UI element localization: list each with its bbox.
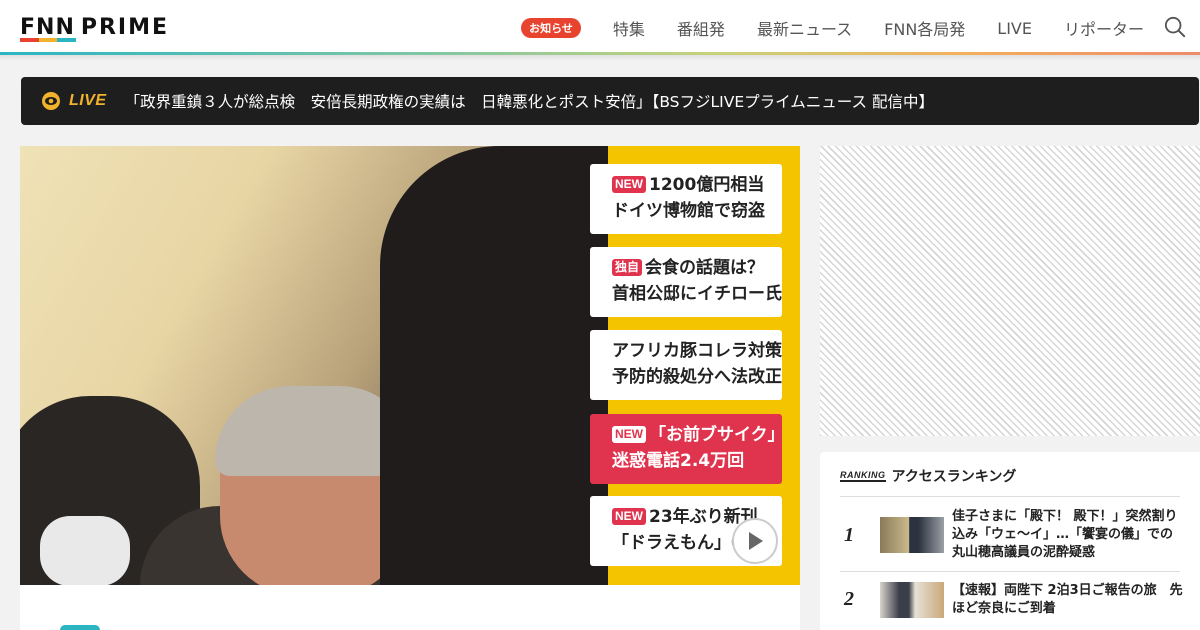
headline-line2: 首相公邸にイチロー氏	[612, 284, 782, 304]
site-header: FNN PRIME お知らせ 特集 番組発 最新ニュース FNN各局発 LIVE…	[0, 0, 1200, 54]
headline-card[interactable]: 独自 会食の話題は？ 首相公邸にイチロー氏	[590, 247, 782, 317]
ranking-item-text: 【速報】両陛下 2泊3日ご報告の旅 先ほど奈良にご到着	[952, 583, 1183, 616]
advertisement-placeholder	[820, 146, 1200, 436]
play-icon	[749, 532, 763, 550]
headline-tag: NEW	[612, 426, 646, 443]
ranking-title: アクセスランキング	[891, 469, 1017, 485]
search-icon[interactable]	[1164, 16, 1186, 38]
live-headline[interactable]: 「政界重鎮３人が総点検 安倍長期政権の実績は 日韓悪化とポスト安倍」【BSフジL…	[125, 90, 934, 112]
logo-fnn: FNN	[20, 14, 75, 40]
headline-line2: 予防的殺処分へ法改正	[612, 367, 782, 387]
category-tag	[60, 625, 100, 630]
nav-item-programs[interactable]: 番組発	[677, 16, 725, 40]
ranking-thumbnail	[880, 517, 944, 553]
headline-card[interactable]: NEW 「お前ブサイク」 迷惑電話2.4万回	[590, 414, 782, 484]
live-label: LIVE	[69, 92, 107, 109]
ranking-divider	[840, 496, 1180, 497]
headline-line1: 1200億円相当	[649, 175, 765, 195]
nav-item-reporters[interactable]: リポーター	[1064, 16, 1144, 40]
nav-item-features[interactable]: 特集	[613, 16, 645, 40]
headline-line1: 会食の話題は？	[645, 258, 765, 278]
headline-line2: 迷惑電話2.4万回	[612, 451, 745, 471]
main-nav: お知らせ 特集 番組発 最新ニュース FNN各局発 LIVE リポーター	[521, 14, 1144, 42]
headline-tag: NEW	[612, 176, 646, 193]
hero-video[interactable]: NEW 1200億円相当 ドイツ博物館で窃盗 独自 会食の話題は？ 首相公邸にイチロ…	[20, 146, 800, 585]
headline-tag: 独自	[612, 259, 643, 276]
live-ticker[interactable]: LIVE 「政界重鎮３人が総点検 安倍長期政権の実績は 日韓悪化とポスト安倍」【…	[21, 77, 1199, 125]
ranking-item-text: 佳子さまに「殿下！ 殿下！」突然割り込み「ウェ～イ」…「饗宴の儀」での丸山穂高議…	[952, 509, 1178, 560]
headline-line2: ドイツ博物館で窃盗	[612, 201, 765, 221]
ranking-item[interactable]: 2 【速報】両陛下 2泊3日ご報告の旅 先ほど奈良にご到着	[840, 572, 1183, 630]
headline-line1: 「お前ブサイク」	[649, 425, 782, 445]
headline-card[interactable]: アフリカ豚コレラ対策 予防的殺処分へ法改正	[590, 330, 782, 400]
eye-icon	[42, 92, 60, 110]
ranking-thumbnail	[880, 582, 944, 618]
site-logo[interactable]: FNN PRIME	[20, 14, 170, 42]
headline-tag: NEW	[612, 508, 646, 525]
ranking-badge: RANKING	[840, 470, 886, 482]
nav-item-latest-news[interactable]: 最新ニュース	[757, 16, 852, 40]
nav-item-live[interactable]: LIVE	[997, 19, 1032, 38]
rank-number: 1	[844, 524, 854, 546]
headline-line1: アフリカ豚コレラ対策	[612, 341, 782, 361]
header-shadow	[0, 55, 1200, 61]
video-face-mask	[40, 516, 130, 585]
nav-item-fnn-stations[interactable]: FNN各局発	[884, 16, 965, 40]
play-button[interactable]	[732, 518, 778, 564]
article-card	[20, 585, 800, 630]
rank-number: 2	[844, 588, 854, 610]
headline-card[interactable]: NEW 1200億円相当 ドイツ博物館で窃盗	[590, 164, 782, 234]
access-ranking: RANKING アクセスランキング 1 佳子さまに「殿下！ 殿下！」突然割り込み…	[820, 452, 1200, 630]
logo-prime: PRIME	[80, 14, 170, 40]
ranking-header: RANKING アクセスランキング	[840, 466, 1016, 486]
logo-color-bars	[20, 38, 77, 42]
ranking-item[interactable]: 1 佳子さまに「殿下！ 殿下！」突然割り込み「ウェ～イ」…「饗宴の儀」での丸山穂…	[840, 504, 1180, 574]
notice-badge[interactable]: お知らせ	[521, 18, 581, 38]
